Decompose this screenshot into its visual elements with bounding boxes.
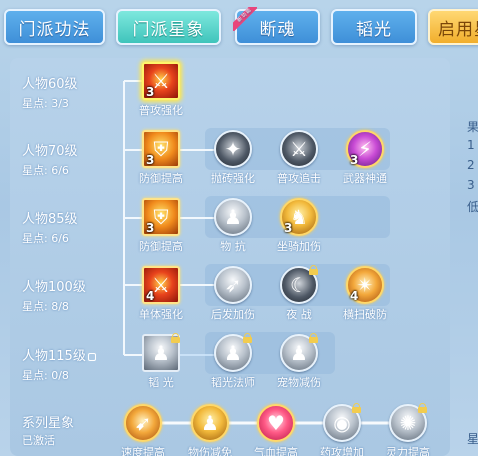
level-label: 人物70级 xyxy=(22,144,78,159)
speed-icon: ➹ xyxy=(124,404,162,442)
taoguang-icon: ♟ xyxy=(142,333,180,372)
star-node-defense-up[interactable]: ⛨ 3 防御提高 xyxy=(131,130,191,190)
star-points: 星点: 3/3 xyxy=(22,97,69,110)
weapon-power-icon: ⚡ 3 xyxy=(346,130,384,168)
side-panel-text: 低 xyxy=(467,200,478,214)
level-label: 人物115级 xyxy=(22,345,96,364)
star-node-defense-up-2[interactable]: ⛨ 3 防御提高 xyxy=(131,198,191,258)
level-label: 人物85级 xyxy=(22,212,78,227)
side-panel-text: 3 xyxy=(467,178,475,192)
counter-damage-icon: ➶ xyxy=(214,266,252,304)
star-node-physical-resist[interactable]: ♟ 物 抗 xyxy=(203,198,263,258)
node-caption: 后发加伤 xyxy=(211,308,255,321)
night-battle-icon: ☾ xyxy=(280,265,318,304)
level-label: 人物60级 xyxy=(22,77,78,92)
node-caption: 普攻追击 xyxy=(277,172,321,185)
lock-icon xyxy=(309,333,318,343)
node-caption: 宠物减伤 xyxy=(277,376,321,389)
series-node-phys-reduce[interactable]: ♟ 物伤减免 xyxy=(180,404,240,456)
side-panel-text: 果 xyxy=(467,120,478,134)
star-points: 星点: 6/6 xyxy=(22,164,69,177)
node-caption: 防御提高 xyxy=(139,240,183,253)
lock-icon xyxy=(87,352,96,361)
side-panel-text: 2 xyxy=(467,158,475,172)
node-caption: 普攻强化 xyxy=(139,104,183,117)
series-title: 系列星象 xyxy=(22,416,75,431)
star-node-taoguang-mage[interactable]: ♟ 韬光法师 xyxy=(203,333,263,394)
node-caption: 武器神通 xyxy=(343,172,387,185)
star-node-pet-defense[interactable]: ♟ 宠物减伤 xyxy=(269,333,329,394)
chase-attack-icon: ⚔ xyxy=(280,130,318,168)
spirit-icon: ✺ xyxy=(389,403,427,442)
level-label: 人物100级 xyxy=(22,280,86,295)
side-panel-text: 星 xyxy=(467,432,478,446)
star-points: 星点: 8/8 xyxy=(22,300,69,313)
node-caption: 速度提高 xyxy=(121,446,165,456)
node-caption: 夜 战 xyxy=(286,308,312,321)
mount-damage-icon: ♞ 3 xyxy=(280,198,318,236)
taoguang-mage-icon: ♟ xyxy=(214,333,252,372)
star-points: 星点: 0/8 xyxy=(22,369,69,382)
lock-icon xyxy=(309,265,318,275)
node-caption: 物伤减免 xyxy=(188,446,232,456)
star-node-night-battle[interactable]: ☾ 夜 战 xyxy=(269,265,329,326)
series-node-hp[interactable]: ♥ 气血提高 xyxy=(246,404,306,456)
lock-icon xyxy=(418,403,427,413)
node-caption: 单体强化 xyxy=(139,308,183,321)
heart-icon: ♥ xyxy=(257,404,295,442)
star-node-counter-damage[interactable]: ➶ 后发加伤 xyxy=(203,266,263,326)
series-node-speed[interactable]: ➹ 速度提高 xyxy=(113,404,173,456)
side-panel-text: 1 xyxy=(467,138,475,152)
sword-fire-icon: ⚔ 4 xyxy=(142,266,180,304)
star-node-taoguang[interactable]: ♟ 韬 光 xyxy=(131,333,191,394)
node-caption: 药攻增加 xyxy=(320,446,364,456)
node-caption: 横扫破防 xyxy=(343,308,387,321)
brick-throw-icon: ✦ xyxy=(214,130,252,168)
sword-fire-icon: ⚔ 3 xyxy=(142,62,180,100)
star-points: 星点: 6/6 xyxy=(22,232,69,245)
star-node-chase-attack[interactable]: ⚔ 普攻追击 xyxy=(269,130,329,190)
shield-icon: ⛨ 3 xyxy=(142,198,180,236)
node-caption: 坐骑加伤 xyxy=(277,240,321,253)
lock-icon xyxy=(171,333,180,343)
medicine-icon: ◉ xyxy=(323,403,361,442)
node-caption: 物 抗 xyxy=(220,240,246,253)
star-node-single-target[interactable]: ⚔ 4 单体强化 xyxy=(131,266,191,326)
node-caption: 抛砖强化 xyxy=(211,172,255,185)
node-caption: 韬 光 xyxy=(148,376,174,389)
series-status: 已激活 xyxy=(22,434,55,447)
node-caption: 气血提高 xyxy=(254,446,298,456)
node-caption: 防御提高 xyxy=(139,172,183,185)
series-node-medicine[interactable]: ◉ 药攻增加 xyxy=(312,403,372,456)
sweep-break-icon: ✴ 4 xyxy=(346,266,384,304)
lock-icon xyxy=(243,333,252,343)
lock-icon xyxy=(352,403,361,413)
shield-icon: ⛨ 3 xyxy=(142,130,180,168)
phys-reduce-icon: ♟ xyxy=(191,404,229,442)
node-caption: 韬光法师 xyxy=(211,376,255,389)
physical-resist-icon: ♟ xyxy=(214,198,252,236)
node-caption: 灵力提高 xyxy=(386,446,430,456)
star-node-mount-damage[interactable]: ♞ 3 坐骑加伤 xyxy=(269,198,329,258)
pet-defense-icon: ♟ xyxy=(280,333,318,372)
star-node-brick-throw[interactable]: ✦ 抛砖强化 xyxy=(203,130,263,190)
star-node-normal-attack[interactable]: ⚔ 3 普攻强化 xyxy=(131,62,191,122)
star-node-sweep-break[interactable]: ✴ 4 横扫破防 xyxy=(335,266,395,326)
star-node-weapon-power[interactable]: ⚡ 3 武器神通 xyxy=(335,130,395,190)
series-node-spirit[interactable]: ✺ 灵力提高 xyxy=(378,403,438,456)
